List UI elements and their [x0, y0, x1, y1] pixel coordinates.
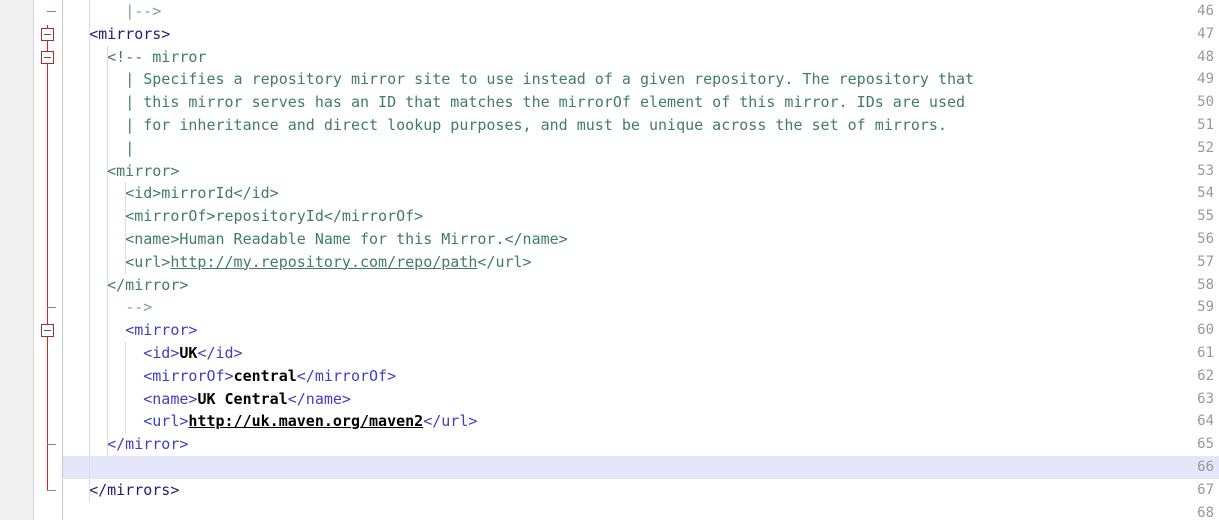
fold-rail — [47, 24, 48, 491]
code-token: </url> — [477, 252, 532, 271]
fold-collapse-toggle[interactable] — [41, 27, 54, 41]
code-token: </mirrorOf> — [296, 366, 397, 385]
code-token: <name> — [143, 389, 198, 408]
code-token: </mirror> — [107, 435, 189, 454]
code-line[interactable]: <mirrors> — [63, 23, 1219, 46]
indent-guide — [89, 0, 90, 502]
code-token: <mirrorOf> — [143, 366, 234, 385]
code-value: UK Central — [197, 389, 288, 408]
code-value: UK — [179, 344, 198, 362]
code-token: <url> — [125, 252, 171, 271]
code-token: </mirror> — [107, 275, 189, 294]
code-token: --> — [125, 298, 153, 317]
code-token: <id>mirrorId</id> — [125, 184, 279, 203]
code-token: <mirrorOf>repositoryId</mirrorOf> — [125, 207, 424, 226]
code-token: </name> — [287, 389, 351, 408]
code-line[interactable]: | for inheritance and direct lookup purp… — [63, 114, 1219, 137]
indent-guide — [125, 182, 126, 274]
code-line[interactable]: <!-- mirror — [63, 46, 1219, 69]
code-value: central — [233, 366, 297, 385]
fold-collapse-toggle[interactable] — [41, 50, 54, 64]
code-line[interactable]: <id>mirrorId</id> — [63, 182, 1219, 205]
code-line[interactable]: <mirror> — [63, 319, 1219, 342]
code-token: |--> — [125, 2, 162, 20]
code-line[interactable]: </mirrors> — [63, 479, 1219, 502]
code-line[interactable]: </mirror> — [63, 433, 1219, 456]
code-line[interactable]: <name>Human Readable Name for this Mirro… — [63, 228, 1219, 251]
fold-collapse-toggle[interactable] — [41, 324, 54, 338]
code-line[interactable]: <url>http://my.repository.com/repo/path<… — [63, 251, 1219, 274]
code-line[interactable]: <name>UK Central</name> — [63, 388, 1219, 411]
code-token: | for inheritance and direct lookup purp… — [125, 116, 947, 134]
code-line[interactable]: <mirrorOf>repositoryId</mirrorOf> — [63, 205, 1219, 228]
code-token: | this mirror serves has an ID that matc… — [125, 93, 966, 112]
code-url[interactable]: http://my.repository.com/repo/path — [170, 253, 477, 271]
code-token: | Specifies a repository mirror site to … — [125, 70, 975, 89]
code-token: <mirrors> — [89, 24, 171, 43]
code-text-area[interactable]: |--> <mirrors> <!-- mirror | Specifies a… — [63, 0, 1219, 520]
code-line[interactable] — [63, 502, 1219, 524]
indent-guide — [107, 45, 108, 456]
code-line[interactable]: | this mirror serves has an ID that matc… — [63, 91, 1219, 114]
fold-column-divider — [62, 0, 63, 520]
code-token: <id> — [143, 344, 180, 362]
fold-end-marker[interactable] — [47, 11, 56, 12]
code-token: <!-- mirror — [107, 47, 207, 66]
code-token: <mirror> — [107, 161, 180, 180]
code-line[interactable] — [63, 456, 1219, 479]
fold-end-marker[interactable] — [47, 489, 56, 491]
code-token: </url> — [423, 412, 478, 431]
code-url[interactable]: http://uk.maven.org/maven2 — [188, 412, 423, 430]
code-line[interactable]: | Specifies a repository mirror site to … — [63, 68, 1219, 91]
code-line[interactable]: --> — [63, 296, 1219, 319]
fold-end-marker[interactable] — [47, 444, 56, 446]
code-line[interactable]: |--> — [63, 0, 1219, 23]
fold-end-marker[interactable] — [47, 307, 56, 309]
code-token: <mirror> — [125, 321, 198, 340]
code-token: <url> — [143, 412, 189, 431]
code-line[interactable]: <id>UK</id> — [63, 342, 1219, 365]
code-line[interactable]: <mirrorOf>central</mirrorOf> — [63, 365, 1219, 388]
code-line[interactable]: <mirror> — [63, 160, 1219, 183]
code-token: | — [125, 138, 135, 157]
code-token: </id> — [197, 344, 243, 362]
indent-guide — [125, 342, 126, 434]
code-editor[interactable]: |--> <mirrors> <!-- mirror | Specifies a… — [0, 0, 1219, 521]
line-number-gutter — [0, 0, 33, 520]
code-line[interactable]: | — [63, 137, 1219, 160]
fold-column[interactable] — [34, 0, 62, 520]
code-line[interactable]: </mirror> — [63, 274, 1219, 297]
code-token: </mirrors> — [89, 480, 180, 499]
code-token: <name>Human Readable Name for this Mirro… — [125, 230, 568, 248]
code-line[interactable]: <url>http://uk.maven.org/maven2</url> — [63, 410, 1219, 433]
